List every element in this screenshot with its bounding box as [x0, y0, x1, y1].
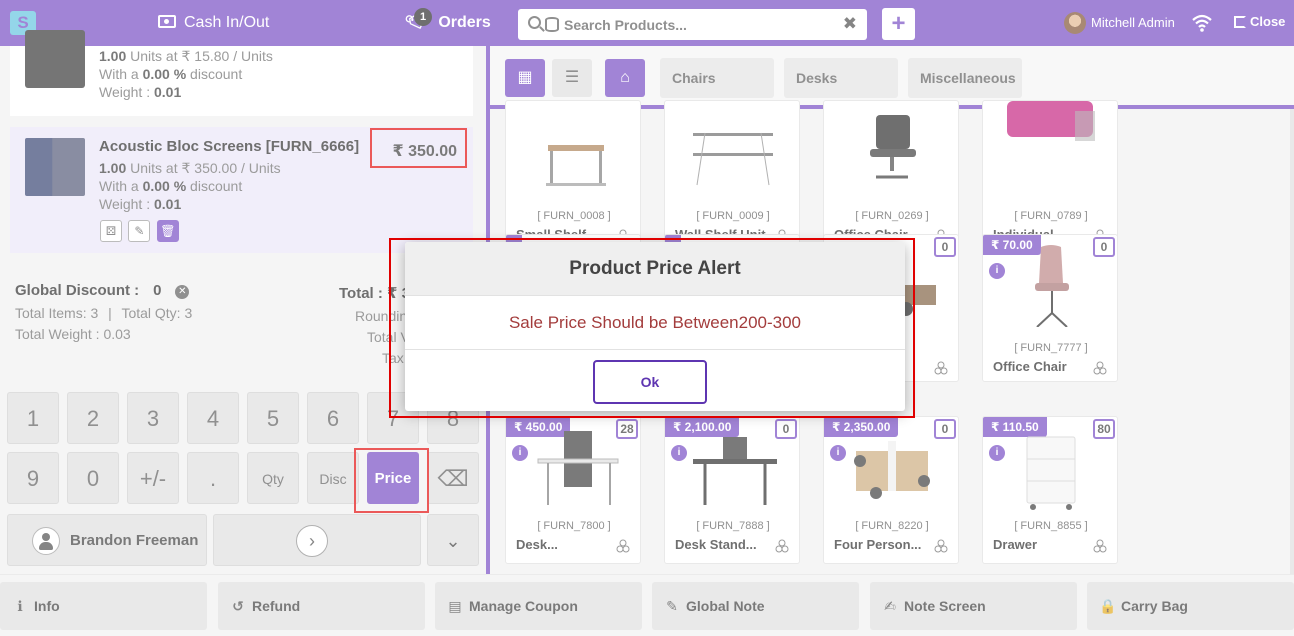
dialog-title: Product Price Alert	[405, 242, 905, 296]
price-alert-dialog: Product Price Alert Sale Price Should be…	[405, 242, 905, 411]
dialog-message: Sale Price Should be Between200-300	[405, 296, 905, 350]
ok-button[interactable]: Ok	[593, 360, 707, 404]
